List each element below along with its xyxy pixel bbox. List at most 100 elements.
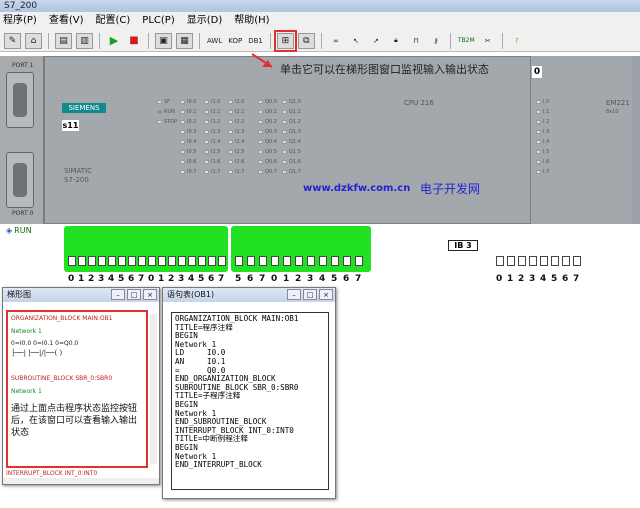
- output-led: Q0.7: [258, 167, 278, 177]
- kop-button[interactable]: KOP: [227, 33, 243, 49]
- switch-number: 3: [307, 274, 314, 284]
- em-led: I.0: [536, 97, 556, 107]
- minimize-icon[interactable]: –: [287, 289, 301, 300]
- stop-icon[interactable]: ■: [126, 33, 142, 49]
- maximize-icon[interactable]: □: [127, 289, 141, 300]
- key-icon[interactable]: ⚷: [428, 33, 444, 49]
- tb2m-button[interactable]: TB2M: [457, 33, 476, 49]
- db1-button[interactable]: DB1: [247, 33, 264, 49]
- switch-number: 4: [188, 274, 195, 284]
- input-led: I1.7: [204, 167, 224, 177]
- upload-icon[interactable]: ▤: [55, 32, 72, 49]
- input-switch[interactable]: [235, 256, 243, 266]
- input-switch[interactable]: [331, 256, 339, 266]
- input-switch[interactable]: [108, 256, 116, 266]
- maximize-icon[interactable]: □: [303, 289, 317, 300]
- switch-number: 5: [235, 274, 242, 284]
- input-switch[interactable]: [343, 256, 351, 266]
- awl-button[interactable]: AWL: [206, 33, 223, 49]
- lock-icon[interactable]: 🔒︎: [388, 33, 404, 49]
- pointer-icon[interactable]: ↖: [348, 33, 364, 49]
- switch-number: 0: [148, 274, 155, 284]
- input-led: I2.5: [228, 147, 248, 157]
- switch-number: 2: [88, 274, 95, 284]
- input-switch[interactable]: [507, 256, 515, 266]
- led-sf: SF: [157, 97, 177, 107]
- input-switch[interactable]: [496, 256, 504, 266]
- minimize-icon[interactable]: –: [111, 289, 125, 300]
- input-switch[interactable]: [128, 256, 136, 266]
- input-switch[interactable]: [178, 256, 186, 266]
- switch-number: 7: [573, 274, 580, 284]
- window-icon[interactable]: ⧉: [297, 32, 315, 49]
- table-icon[interactable]: ▦: [176, 32, 193, 49]
- close-icon[interactable]: ×: [143, 289, 157, 300]
- input-switch[interactable]: [355, 256, 363, 266]
- input-led: I0.5: [180, 147, 200, 157]
- input-switch[interactable]: [218, 256, 226, 266]
- switch-number: 5: [118, 274, 125, 284]
- input-switch[interactable]: [540, 256, 548, 266]
- menu-config[interactable]: 配置(C): [96, 12, 131, 30]
- input-switch[interactable]: [198, 256, 206, 266]
- input-switch[interactable]: [529, 256, 537, 266]
- input-switch[interactable]: [573, 256, 581, 266]
- ladder-window: 梯形图 – □ × ORGANIZATION_BLOCK MAIN:OB1 Ne…: [2, 287, 160, 485]
- pointer-alt-icon[interactable]: ↗: [368, 33, 384, 49]
- open-icon[interactable]: ⌂: [25, 32, 42, 49]
- input-switch[interactable]: [562, 256, 570, 266]
- ladder-block-sub: SUBROUTINE_BLOCK SBR_0:SBR0: [11, 375, 113, 382]
- menu-help[interactable]: 帮助(H): [234, 12, 269, 30]
- input-switch[interactable]: [98, 256, 106, 266]
- download-icon[interactable]: ▥: [76, 32, 93, 49]
- input-switch[interactable]: [307, 256, 315, 266]
- ladder-scrollbar[interactable]: [150, 314, 157, 464]
- menu-program[interactable]: 程序(P): [3, 12, 37, 30]
- help-icon[interactable]: ?: [509, 33, 525, 49]
- statement-controls: – □ ×: [287, 289, 333, 300]
- glasses-icon[interactable]: ∞: [328, 33, 344, 49]
- scissors-icon[interactable]: ✂: [480, 33, 496, 49]
- input-switch[interactable]: [138, 256, 146, 266]
- input-switch[interactable]: [247, 256, 255, 266]
- input-switch[interactable]: [88, 256, 96, 266]
- new-icon[interactable]: ✎: [4, 32, 21, 49]
- input-switch[interactable]: [148, 256, 156, 266]
- simatic-label: SIMATIC S7-200: [64, 167, 92, 185]
- output-value: 0: [532, 66, 542, 78]
- input-switch[interactable]: [319, 256, 327, 266]
- input-switch[interactable]: [118, 256, 126, 266]
- statement-titlebar: 语句表(OB1) – □ ×: [163, 288, 335, 302]
- output-led: Q1.7: [282, 167, 302, 177]
- input-switch[interactable]: [259, 256, 267, 266]
- input-switch[interactable]: [283, 256, 291, 266]
- led-run: RUN: [157, 107, 177, 117]
- ladder-hscrollbar[interactable]: [3, 478, 159, 484]
- input-switch[interactable]: [168, 256, 176, 266]
- switch-number: 1: [283, 274, 290, 284]
- input-switch[interactable]: [271, 256, 279, 266]
- input-switch[interactable]: [551, 256, 559, 266]
- monitor-icon[interactable]: ▣: [155, 32, 172, 49]
- input-switch[interactable]: [188, 256, 196, 266]
- program-status-monitor-button[interactable]: ⊞: [273, 29, 297, 52]
- input-switch[interactable]: [295, 256, 303, 266]
- unlock-icon[interactable]: ⊓: [408, 33, 424, 49]
- ladder-titlebar: 梯形图 – □ ×: [3, 288, 159, 302]
- close-icon[interactable]: ×: [319, 289, 333, 300]
- switch-number: 4: [540, 274, 547, 284]
- input-switch[interactable]: [68, 256, 76, 266]
- input-switch[interactable]: [518, 256, 526, 266]
- switch-number: 0: [496, 274, 503, 284]
- input-switch[interactable]: [208, 256, 216, 266]
- toolbar-separator: [148, 32, 149, 49]
- menu-plc[interactable]: PLC(P): [142, 12, 174, 30]
- menu-view[interactable]: 查看(V): [49, 12, 84, 30]
- run-icon[interactable]: ▶: [106, 33, 122, 49]
- menu-display[interactable]: 显示(D): [187, 12, 223, 30]
- input-switch[interactable]: [158, 256, 166, 266]
- input-switch[interactable]: [78, 256, 86, 266]
- switch-number: 2: [518, 274, 525, 284]
- watermark-url: www.dzkfw.com.cn: [303, 183, 411, 194]
- switch-number: 0: [68, 274, 75, 284]
